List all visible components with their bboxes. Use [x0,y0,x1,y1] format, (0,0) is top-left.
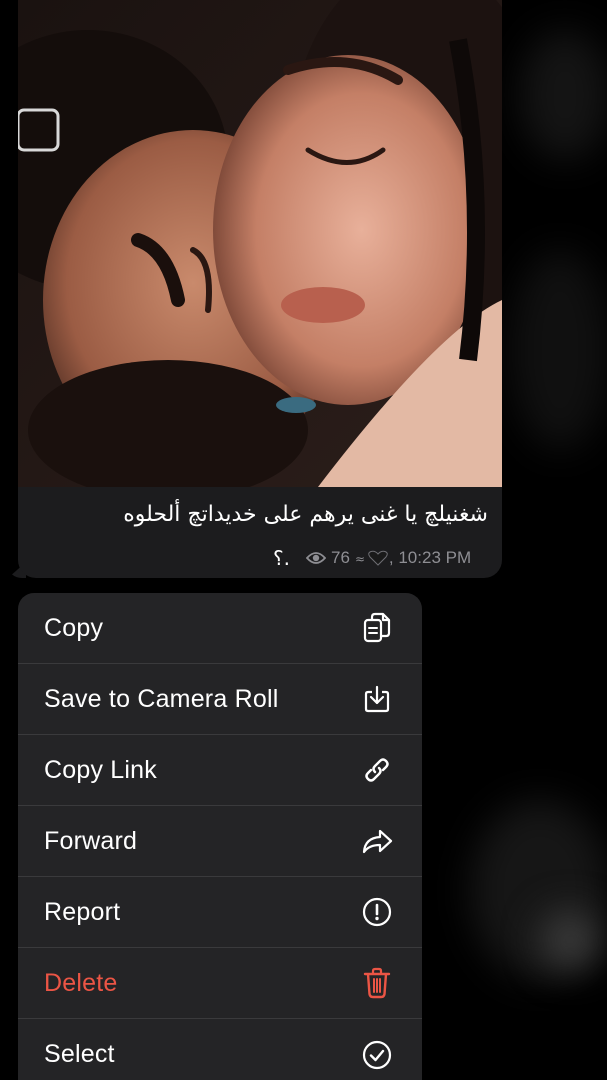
menu-item-forward[interactable]: Forward [18,806,422,877]
download-icon [360,682,394,716]
menu-item-label: Select [44,1040,115,1068]
background-blur [520,30,607,160]
message-photo[interactable] [18,0,502,487]
message-bubble[interactable]: شغنيلچ يا غنى يرهم على خديداتچ ألحلوه ؟.… [18,0,502,578]
message-time: , 10:23 PM [388,548,472,567]
view-count: 76 [330,548,350,567]
chat-screen: شغنيلچ يا غنى يرهم على خديداتچ ألحلوه ؟.… [0,0,607,1080]
copy-icon [360,611,394,645]
trash-icon [360,966,394,1000]
menu-item-copy[interactable]: Copy [18,593,422,664]
menu-item-label: Copy [44,613,104,642]
eye-icon [305,551,326,565]
menu-item-label: Report [44,897,121,926]
menu-item-delete[interactable]: Delete [18,948,422,1019]
checkmark-circle-icon [360,1038,394,1072]
message-meta: ؟. 76 ≈ , 10:23 PM [273,544,471,572]
menu-item-select[interactable]: Select [18,1019,422,1080]
menu-item-copy-link[interactable]: Copy Link [18,735,422,806]
context-menu: Copy Save to Camera Roll Copy Link Forwa… [18,593,422,1080]
svg-text:≈: ≈ [355,552,365,566]
background-blur [510,250,607,450]
message-caption: شغنيلچ يا غنى يرهم على خديداتچ ألحلوه [123,502,488,527]
reaction-badge[interactable]: ≈ [355,549,389,567]
menu-item-label: Forward [44,826,138,855]
background-blur [540,910,600,970]
menu-item-save-to-camera-roll[interactable]: Save to Camera Roll [18,664,422,735]
heart-icon: ≈ [355,550,388,566]
menu-item-report[interactable]: Report [18,877,422,948]
menu-item-label: Delete [44,968,118,997]
photo-illustration [18,0,502,487]
caption-tail: ؟. [273,546,290,570]
menu-item-label: Save to Camera Roll [44,684,279,713]
link-icon [360,753,394,787]
exclamation-circle-icon [360,895,394,929]
menu-item-label: Copy Link [44,755,157,784]
forward-arrow-icon [360,824,394,858]
